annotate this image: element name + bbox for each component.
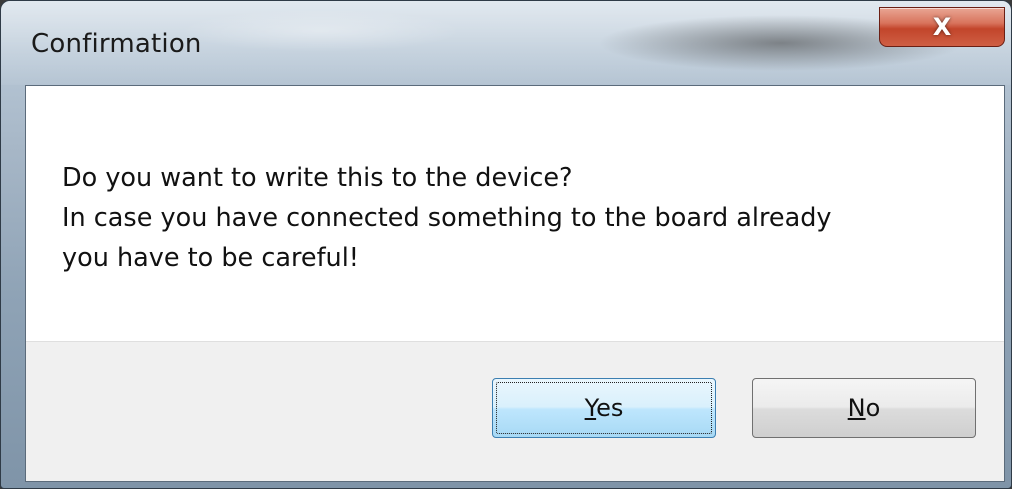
message-text: Do you want to write this to the device?…	[62, 158, 832, 278]
button-bar: Yes No	[26, 341, 1004, 481]
close-button[interactable]: X	[879, 7, 1005, 47]
no-label-rest: o	[865, 394, 881, 422]
dialog-title: Confirmation	[31, 29, 202, 59]
yes-button[interactable]: Yes	[492, 378, 716, 438]
confirmation-dialog: Confirmation X Do you want to write this…	[0, 0, 1012, 489]
title-bar[interactable]: Confirmation X	[1, 1, 1011, 85]
message-line-2: In case you have connected something to …	[62, 203, 832, 233]
no-button-label: No	[848, 394, 881, 422]
no-mnemonic: N	[847, 394, 866, 422]
focus-ring	[496, 382, 712, 434]
message-area: Do you want to write this to the device?…	[26, 86, 1004, 344]
dialog-content: Do you want to write this to the device?…	[25, 85, 1005, 482]
message-line-3: you have to be careful!	[62, 243, 360, 273]
message-line-1: Do you want to write this to the device?	[62, 163, 573, 193]
no-button[interactable]: No	[752, 378, 976, 438]
close-icon: X	[932, 13, 952, 41]
